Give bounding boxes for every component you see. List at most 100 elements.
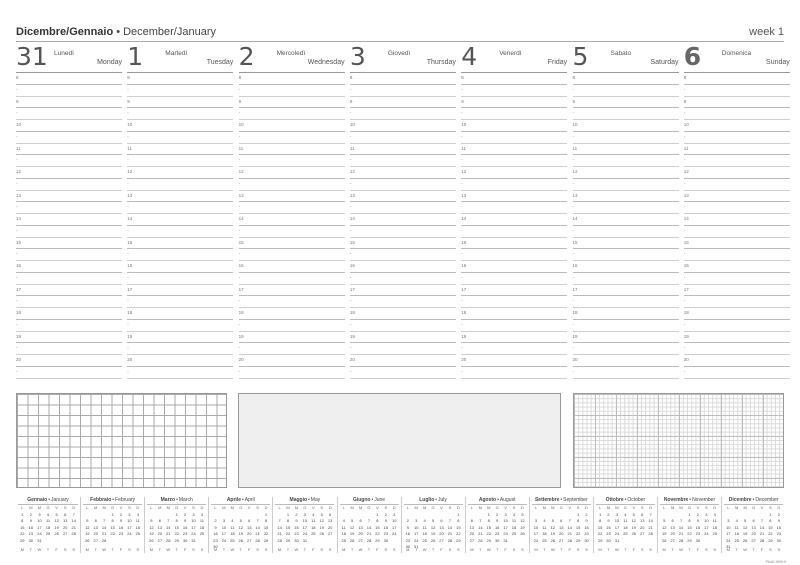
half-hour-slot[interactable]: - <box>16 202 122 214</box>
half-hour-slot[interactable]: - <box>127 343 234 355</box>
half-hour-slot[interactable]: - <box>572 226 679 238</box>
half-hour-slot[interactable]: - <box>16 320 122 332</box>
half-hour-slot[interactable]: - <box>127 367 234 379</box>
hour-slot[interactable]: 15 <box>572 238 679 250</box>
hour-slot[interactable]: 20 <box>572 355 679 367</box>
half-hour-slot[interactable]: - <box>461 320 568 332</box>
half-hour-slot[interactable]: - <box>683 226 790 238</box>
hour-slot[interactable]: 8 <box>127 73 234 85</box>
half-hour-slot[interactable]: - <box>238 343 345 355</box>
half-hour-slot[interactable]: - <box>683 273 790 285</box>
hour-slot[interactable]: 10 <box>461 120 568 132</box>
half-hour-slot[interactable]: - <box>127 108 234 120</box>
half-hour-slot[interactable]: - <box>16 155 122 167</box>
half-hour-slot[interactable]: - <box>16 367 122 379</box>
hour-slot[interactable]: 18 <box>16 308 122 320</box>
hour-slot[interactable]: 18 <box>127 308 234 320</box>
half-hour-slot[interactable]: - <box>127 249 234 261</box>
hour-slot[interactable]: 10 <box>16 120 122 132</box>
half-hour-slot[interactable]: - <box>572 202 679 214</box>
half-hour-slot[interactable]: - <box>238 108 345 120</box>
hour-slot[interactable]: 12 <box>683 167 790 179</box>
hour-slot[interactable]: 8 <box>461 73 568 85</box>
hour-slot[interactable]: 17 <box>572 285 679 297</box>
half-hour-slot[interactable]: - <box>572 85 679 97</box>
half-hour-slot[interactable]: - <box>572 320 679 332</box>
hour-slot[interactable]: 16 <box>683 261 790 273</box>
hour-slot[interactable]: 13 <box>16 191 122 203</box>
hour-slot[interactable]: 8 <box>349 73 456 85</box>
hour-slot[interactable]: 17 <box>349 285 456 297</box>
hour-slot[interactable]: 15 <box>127 238 234 250</box>
half-hour-slot[interactable]: - <box>127 179 234 191</box>
half-hour-slot[interactable]: - <box>16 273 122 285</box>
blank-notes-box[interactable] <box>238 393 561 488</box>
half-hour-slot[interactable]: - <box>683 155 790 167</box>
half-hour-slot[interactable]: - <box>238 320 345 332</box>
half-hour-slot[interactable]: - <box>349 179 456 191</box>
half-hour-slot[interactable]: - <box>16 108 122 120</box>
half-hour-slot[interactable]: - <box>238 179 345 191</box>
hour-slot[interactable]: 15 <box>16 238 122 250</box>
half-hour-slot[interactable]: - <box>349 226 456 238</box>
half-hour-slot[interactable]: - <box>683 132 790 144</box>
hour-slot[interactable]: 12 <box>16 167 122 179</box>
half-hour-slot[interactable]: - <box>461 343 568 355</box>
hour-slot[interactable]: 20 <box>238 355 345 367</box>
hour-slot[interactable]: 17 <box>127 285 234 297</box>
hour-slot[interactable]: 14 <box>349 214 456 226</box>
hour-slot[interactable]: 15 <box>349 238 456 250</box>
half-hour-slot[interactable]: - <box>238 296 345 308</box>
hour-slot[interactable]: 14 <box>683 214 790 226</box>
hour-slot[interactable]: 12 <box>572 167 679 179</box>
half-hour-slot[interactable]: - <box>127 226 234 238</box>
hour-slot[interactable]: 20 <box>461 355 568 367</box>
hour-slot[interactable]: 8 <box>572 73 679 85</box>
hour-slot[interactable]: 12 <box>127 167 234 179</box>
half-hour-slot[interactable]: - <box>683 296 790 308</box>
hour-slot[interactable]: 12 <box>238 167 345 179</box>
half-hour-slot[interactable]: - <box>238 132 345 144</box>
hour-slot[interactable]: 19 <box>16 332 122 344</box>
half-hour-slot[interactable]: - <box>238 155 345 167</box>
hour-slot[interactable]: 18 <box>349 308 456 320</box>
hour-slot[interactable]: 13 <box>683 191 790 203</box>
hour-slot[interactable]: 14 <box>572 214 679 226</box>
hour-slot[interactable]: 9 <box>683 97 790 109</box>
hour-slot[interactable]: 16 <box>127 261 234 273</box>
hour-slot[interactable]: 8 <box>683 73 790 85</box>
hour-slot[interactable]: 20 <box>683 355 790 367</box>
hour-slot[interactable]: 19 <box>572 332 679 344</box>
hour-slot[interactable]: 20 <box>16 355 122 367</box>
half-hour-slot[interactable]: - <box>349 85 456 97</box>
half-hour-slot[interactable]: - <box>461 132 568 144</box>
hour-slot[interactable]: 9 <box>349 97 456 109</box>
hour-slot[interactable]: 12 <box>349 167 456 179</box>
half-hour-slot[interactable]: - <box>238 273 345 285</box>
hour-slot[interactable]: 14 <box>127 214 234 226</box>
hour-slot[interactable]: 9 <box>572 97 679 109</box>
half-hour-slot[interactable]: - <box>349 108 456 120</box>
hour-slot[interactable]: 19 <box>349 332 456 344</box>
half-hour-slot[interactable]: - <box>16 343 122 355</box>
hour-slot[interactable]: 16 <box>461 261 568 273</box>
half-hour-slot[interactable]: - <box>461 226 568 238</box>
hour-slot[interactable]: 16 <box>349 261 456 273</box>
hour-slot[interactable]: 19 <box>127 332 234 344</box>
hour-slot[interactable]: 20 <box>127 355 234 367</box>
half-hour-slot[interactable]: - <box>683 249 790 261</box>
half-hour-slot[interactable]: - <box>127 320 234 332</box>
hour-slot[interactable]: 13 <box>572 191 679 203</box>
hour-slot[interactable]: 18 <box>238 308 345 320</box>
half-hour-slot[interactable]: - <box>349 273 456 285</box>
half-hour-slot[interactable]: - <box>127 273 234 285</box>
half-hour-slot[interactable]: - <box>16 179 122 191</box>
hour-slot[interactable]: 10 <box>127 120 234 132</box>
half-hour-slot[interactable]: - <box>127 85 234 97</box>
half-hour-slot[interactable]: - <box>349 296 456 308</box>
hour-slot[interactable]: 10 <box>572 120 679 132</box>
half-hour-slot[interactable]: - <box>461 367 568 379</box>
hour-slot[interactable]: 17 <box>16 285 122 297</box>
hour-slot[interactable]: 10 <box>349 120 456 132</box>
hour-slot[interactable]: 19 <box>461 332 568 344</box>
